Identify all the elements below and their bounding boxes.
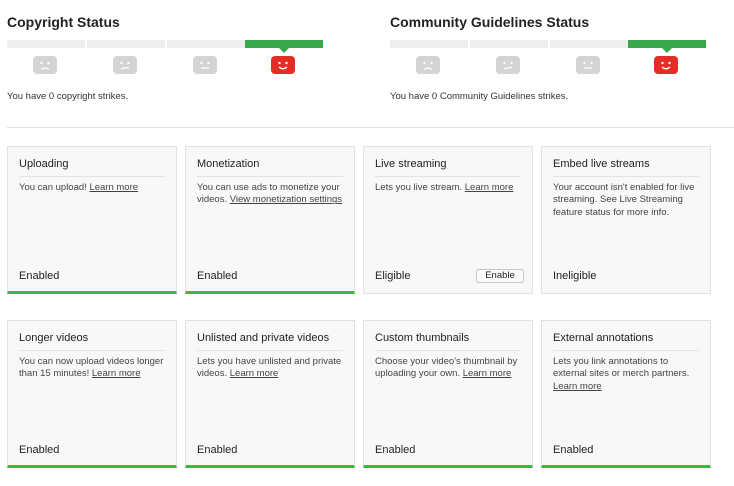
card-description: Lets you live stream. Learn more — [375, 182, 525, 194]
learn-more-link[interactable]: Learn more — [553, 381, 602, 392]
card-divider — [19, 350, 165, 351]
community-strikes-text: You have 0 Community Guidelines strikes. — [390, 91, 569, 102]
card-description: Choose your video's thumbnail by uploadi… — [375, 356, 525, 381]
card-description: Lets you link annotations to external si… — [553, 356, 703, 393]
feature-card-monetization: Monetization You can use ads to monetize… — [185, 146, 355, 294]
learn-more-link[interactable]: Learn more — [89, 182, 138, 193]
card-status: Enabled — [19, 444, 60, 456]
status-section: Copyright Status You have 0 copyright st… — [0, 0, 734, 128]
learn-more-link[interactable]: Learn more — [92, 368, 141, 379]
card-description: You can now upload videos longer than 15… — [19, 356, 169, 381]
copyright-strikes-text: You have 0 copyright strikes. — [7, 91, 129, 102]
card-description: Lets you have unlisted and private video… — [197, 356, 347, 381]
neutral-face-icon — [576, 56, 600, 74]
card-divider — [553, 176, 699, 177]
card-title: Custom thumbnails — [375, 332, 470, 344]
meter-segment-4 — [628, 40, 706, 53]
card-title: Longer videos — [19, 332, 89, 344]
community-strike-meter — [390, 40, 706, 53]
card-description-text: Lets you link annotations to external si… — [553, 356, 690, 380]
card-title: Unlisted and private videos — [197, 332, 330, 344]
meter-segment-3 — [550, 40, 628, 48]
card-divider — [197, 176, 343, 177]
card-divider — [375, 176, 521, 177]
card-divider — [197, 350, 343, 351]
card-title: External annotations — [553, 332, 654, 344]
card-status: Eligible — [375, 270, 411, 282]
learn-more-link[interactable]: Learn more — [230, 368, 279, 379]
card-title: Live streaming — [375, 158, 447, 170]
copyright-status-title: Copyright Status — [7, 14, 120, 30]
card-status: Enabled — [553, 444, 594, 456]
feature-card-live-streaming: Live streaming Lets you live stream. Lea… — [363, 146, 533, 294]
feature-card-embed-live-streams: Embed live streams Your account isn't en… — [541, 146, 711, 294]
card-description: Your account isn't enabled for live stre… — [553, 182, 695, 218]
community-status-title: Community Guidelines Status — [390, 14, 590, 30]
card-description-text: Lets you live stream. — [375, 182, 463, 193]
learn-more-link[interactable]: Learn more — [463, 368, 512, 379]
meter-segment-2 — [470, 40, 548, 48]
skeptical-face-icon — [496, 56, 520, 74]
view-monetization-settings-link[interactable]: View monetization settings — [230, 194, 342, 205]
card-description-text: You can upload! — [19, 182, 87, 193]
card-divider — [375, 350, 521, 351]
learn-more-link[interactable]: Learn more — [465, 182, 514, 193]
card-divider — [553, 350, 699, 351]
meter-segment-2 — [87, 40, 165, 48]
copyright-strike-meter — [7, 40, 323, 53]
happy-face-icon — [271, 56, 295, 74]
sad-face-icon — [33, 56, 57, 74]
card-title: Monetization — [197, 158, 260, 170]
enable-live-streaming-button[interactable]: Enable — [476, 269, 524, 283]
meter-segment-3 — [167, 40, 245, 48]
card-description: You can upload! Learn more — [19, 182, 169, 194]
card-divider — [19, 176, 165, 177]
feature-card-uploading: Uploading You can upload! Learn more Ena… — [7, 146, 177, 294]
sad-face-icon — [416, 56, 440, 74]
card-title: Uploading — [19, 158, 69, 170]
card-title: Embed live streams — [553, 158, 650, 170]
happy-face-icon — [654, 56, 678, 74]
feature-card-custom-thumbnails: Custom thumbnails Choose your video's th… — [363, 320, 533, 468]
card-status: Enabled — [197, 444, 238, 456]
section-divider — [7, 127, 734, 128]
neutral-face-icon — [193, 56, 217, 74]
feature-card-external-annotations: External annotations Lets you link annot… — [541, 320, 711, 468]
skeptical-face-icon — [113, 56, 137, 74]
card-status: Enabled — [197, 270, 238, 282]
card-status: Enabled — [375, 444, 416, 456]
feature-card-unlisted-private-videos: Unlisted and private videos Lets you hav… — [185, 320, 355, 468]
meter-segment-1 — [7, 40, 85, 48]
card-status: Ineligible — [553, 270, 597, 282]
card-status: Enabled — [19, 270, 60, 282]
meter-segment-4 — [245, 40, 323, 53]
meter-segment-1 — [390, 40, 468, 48]
card-description: You can use ads to monetize your videos.… — [197, 182, 347, 207]
feature-card-longer-videos: Longer videos You can now upload videos … — [7, 320, 177, 468]
